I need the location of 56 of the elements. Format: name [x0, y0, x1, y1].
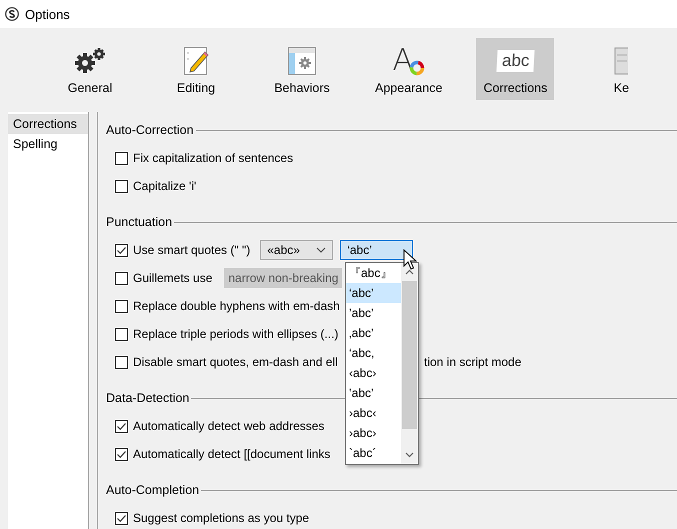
- scrollbar-thumb[interactable]: [402, 281, 417, 429]
- checkbox[interactable]: [115, 244, 128, 256]
- app-icon: [5, 7, 19, 21]
- checkbox-label: Guillemets use: [133, 271, 212, 285]
- checkbox-label: Automatically detect web addresses: [133, 419, 324, 433]
- chevron-icon: [316, 247, 326, 253]
- dropdown-option[interactable]: 『abc』: [346, 263, 401, 283]
- abc-icon: abc: [496, 50, 535, 72]
- sidebar-item[interactable]: Corrections: [8, 114, 88, 134]
- checkbox[interactable]: [115, 356, 128, 368]
- dropdown-option[interactable]: ‘abc,: [346, 343, 401, 363]
- checkbox-label: Capitalize 'i': [133, 179, 196, 193]
- section-heading: Auto-Correction: [106, 123, 194, 137]
- checkbox[interactable]: [115, 448, 128, 460]
- dropdown-option[interactable]: ‘abc’: [346, 283, 401, 303]
- page-icon: [614, 46, 628, 76]
- double-quotes-dropdown[interactable]: «abc»: [260, 240, 334, 260]
- toolbar-tab[interactable]: Ke: [582, 38, 660, 100]
- checkbox-label: Suggest completions as you type: [133, 511, 310, 525]
- dropdown-option[interactable]: ‚abc’: [346, 323, 401, 343]
- checkbox[interactable]: [115, 512, 128, 524]
- dropdown-option[interactable]: `abc´: [346, 443, 401, 463]
- section-heading: Auto-Completion: [106, 483, 200, 497]
- window-title: Options: [25, 6, 70, 22]
- checkbox-label: Disable smart quotes, em-dash and ell: [133, 355, 339, 369]
- checkbox[interactable]: [115, 152, 128, 164]
- section-heading: Punctuation: [106, 215, 172, 229]
- scroll-down-icon[interactable]: [405, 452, 414, 458]
- window-gear-icon: [287, 46, 317, 76]
- sidebar-item[interactable]: Spelling: [8, 134, 88, 154]
- dropdown-option[interactable]: ’abc’: [346, 303, 401, 323]
- checkbox[interactable]: [115, 272, 128, 284]
- checkbox-label: Automatically detect [[document links: [133, 447, 332, 461]
- checkbox[interactable]: [115, 420, 128, 432]
- toolbar-tab[interactable]: General: [51, 38, 129, 100]
- dropdown-option[interactable]: ›abc›: [346, 423, 401, 443]
- checkbox-label: Replace double hyphens with em-dash: [133, 299, 341, 313]
- scroll-up-icon[interactable]: [405, 269, 414, 275]
- section-heading: Data-Detection: [106, 391, 190, 405]
- checkbox-label: Replace triple periods with ellipses (...): [133, 327, 340, 341]
- toolbar-tab[interactable]: abc Corrections: [476, 38, 554, 100]
- checkbox-label: tion in script mode: [424, 355, 522, 369]
- dropdown-option[interactable]: ›abc‹: [346, 403, 401, 423]
- notepad-pencil-icon: [182, 46, 210, 76]
- toolbar-tab[interactable]: Behaviors: [263, 38, 341, 100]
- single-quotes-dropdown[interactable]: ‘abc’: [340, 240, 414, 260]
- checkbox-label: Use smart quotes (" "): [133, 243, 250, 257]
- gears-icon: [72, 47, 108, 75]
- toolbar-tab[interactable]: Editing: [157, 38, 235, 100]
- dropdown-option[interactable]: ‹abc›: [346, 363, 401, 383]
- spacing-dropdown[interactable]: narrow non-breaking: [224, 268, 342, 288]
- checkbox[interactable]: [115, 180, 128, 192]
- checkbox-label: Fix capitalization of sentences: [133, 151, 294, 165]
- dropdown-option[interactable]: ‛abc’: [346, 383, 401, 403]
- checkbox[interactable]: [115, 300, 128, 312]
- checkbox[interactable]: [115, 328, 128, 340]
